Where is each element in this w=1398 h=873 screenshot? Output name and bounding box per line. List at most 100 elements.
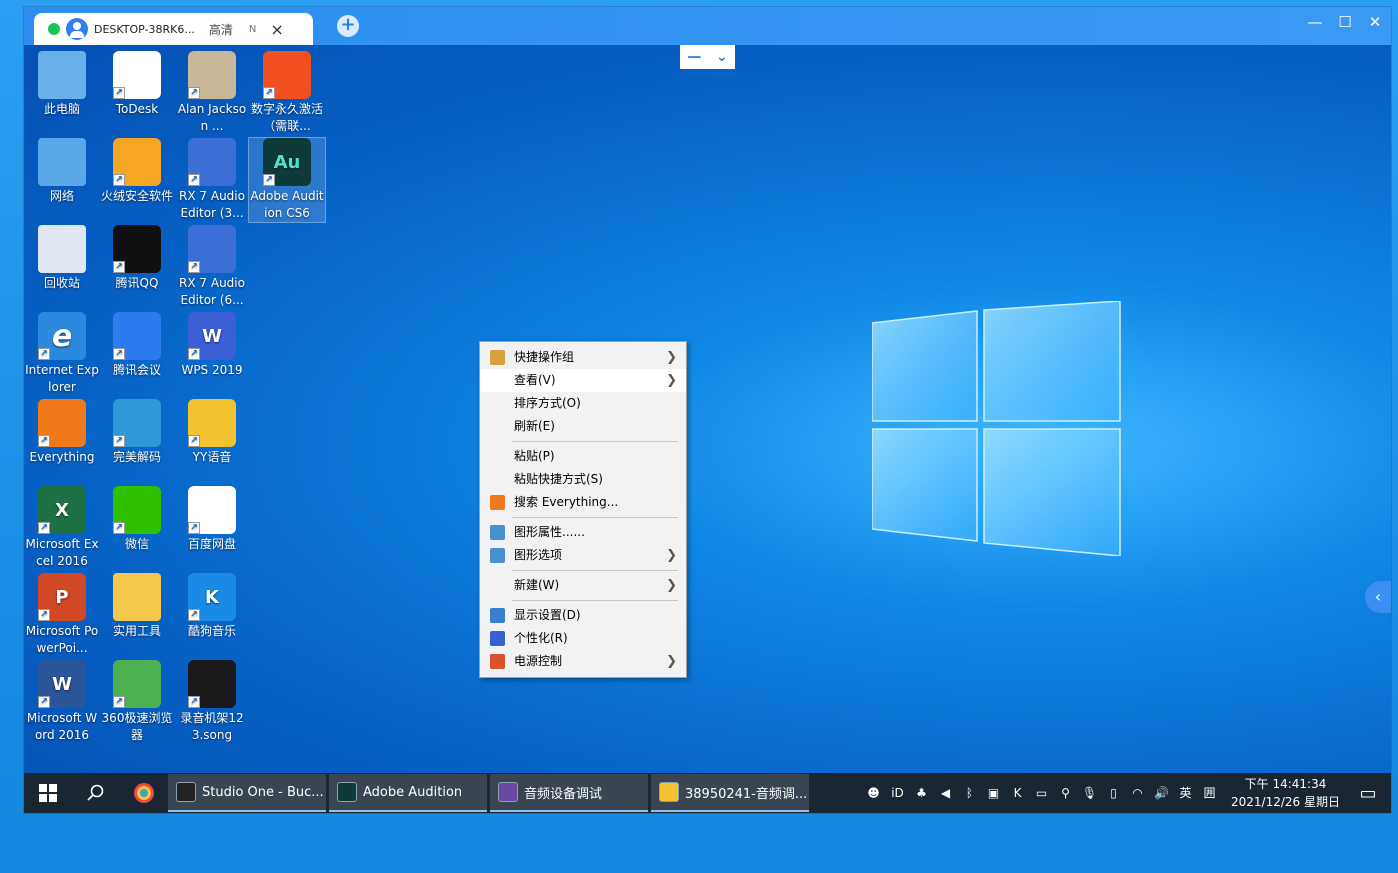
desktop-icon[interactable]: ↗ Everything (24, 399, 100, 466)
close-icon[interactable]: ✕ (1367, 13, 1383, 31)
toolbar-minimize-icon[interactable]: — (687, 49, 701, 65)
yy-voice-icon (659, 782, 679, 802)
shortcut-arrow-icon: ↗ (38, 696, 50, 708)
context-menu-item[interactable]: 搜索 Everything... (480, 491, 686, 514)
desktop-icon[interactable]: ↗ 火绒安全软件 (99, 138, 175, 205)
system-tray: ☻ iD ♣ ◀ ᛒ ▣ K ▭ ⚲ 🎙 ▯ ◠ 🔊 英囲 下午 14:41:34 2021/12/26 … (865, 773, 1391, 813)
desktop-icon[interactable]: Au ↗ Adobe Audition CS6 (248, 137, 326, 223)
quality-label[interactable]: 高清 (209, 21, 233, 38)
desktop-icon[interactable]: 网络 (24, 138, 100, 205)
side-panel-toggle[interactable]: ‹ (1365, 581, 1391, 613)
icon-glyph: X (55, 499, 69, 521)
remote-desktop[interactable]: — ⌄ ‹ 此电脑 ↗ ToDesk ↗ Alan Jackson ... ↗ 数字永久激活… (24, 45, 1391, 773)
desktop-icon-label: WPS 2019 (181, 363, 243, 377)
context-menu-item[interactable]: 电源控制 ❯ (480, 650, 686, 673)
menu-separator (512, 441, 678, 442)
desktop-icon[interactable]: ↗ Alan Jackson ... (174, 51, 250, 135)
kugou-tray-icon[interactable]: K (1009, 785, 1026, 802)
keyboard-layout-icon[interactable]: 囲 (1201, 785, 1218, 802)
menu-separator (512, 570, 678, 571)
speaker-muted-icon[interactable]: ◀ (937, 785, 954, 802)
context-menu-label: 图形选项 (514, 548, 563, 562)
context-menu-item[interactable]: 粘贴快捷方式(S) (480, 468, 686, 491)
desktop-icon[interactable]: ↗ 腾讯会议 (99, 312, 175, 379)
search-button[interactable] (72, 773, 120, 813)
close-tab-icon[interactable]: × (270, 20, 283, 39)
context-menu-item[interactable]: 粘贴(P) (480, 445, 686, 468)
desktop-icon[interactable]: ↗ 360极速浏览器 (99, 660, 175, 744)
context-menu-item[interactable]: 新建(W) ❯ (480, 574, 686, 597)
taskbar-app-label: Adobe Audition (363, 784, 463, 800)
context-menu-item[interactable]: 排序方式(O) (480, 392, 686, 415)
chevron-right-icon: ❯ (666, 373, 677, 388)
battery-icon[interactable]: ▯ (1105, 785, 1122, 802)
microphone-icon[interactable]: 🎙 (1081, 785, 1098, 802)
desktop-icon[interactable]: ↗ 完美解码 (99, 399, 175, 466)
monitor-tray-icon[interactable]: ▭ (1033, 785, 1050, 802)
desktop-icon[interactable]: ↗ 数字永久激活（需联... (249, 51, 325, 135)
shortcut-arrow-icon: ↗ (113, 348, 125, 360)
taskbar-app-button[interactable]: 38950241-音频调... (651, 774, 809, 812)
context-menu-item[interactable]: 快捷操作组 ❯ (480, 346, 686, 369)
desktop-icon-label: Internet Explorer (25, 363, 99, 394)
id-tray-icon[interactable]: iD (889, 785, 906, 802)
desktop-icon[interactable]: 回收站 (24, 225, 100, 292)
context-menu-item[interactable]: 图形选项 ❯ (480, 544, 686, 567)
everything-tray-icon[interactable]: ⚲ (1057, 785, 1074, 802)
excel-icon: X ↗ (38, 486, 86, 534)
icon-glyph: e (51, 318, 73, 354)
desktop-icon[interactable]: 此电脑 (24, 51, 100, 118)
app-tray-icon[interactable]: ▣ (985, 785, 1002, 802)
pinned-browser-button[interactable] (120, 773, 168, 813)
desktop-icon[interactable]: ↗ RX 7 Audio Editor (3... (174, 138, 250, 222)
desktop-icon[interactable]: ↗ 腾讯QQ (99, 225, 175, 292)
add-tab-button[interactable]: + (337, 15, 359, 37)
taskbar-app-button[interactable]: Adobe Audition (329, 774, 487, 812)
minimize-icon[interactable]: — (1307, 13, 1323, 31)
icon-glyph: W (202, 325, 222, 347)
desktop-icon[interactable]: ↗ RX 7 Audio Editor (6... (174, 225, 250, 309)
title-bar: DESKTOP-38RK6... 高清 N × + — ☐ ✕ (24, 7, 1391, 45)
context-menu-item[interactable]: 个性化(R) (480, 627, 686, 650)
context-menu-item[interactable]: 查看(V) ❯ (480, 369, 686, 392)
desktop-icon[interactable]: e ↗ Internet Explorer (24, 312, 100, 396)
desktop-icon[interactable]: ↗ 百度网盘 (174, 486, 250, 553)
volume-icon[interactable]: 🔊 (1153, 785, 1170, 802)
notification-center-icon[interactable]: ▭ (1355, 783, 1381, 804)
menu-separator (512, 517, 678, 518)
desktop-icon[interactable]: ↗ 微信 (99, 486, 175, 553)
context-menu-item[interactable]: 显示设置(D) (480, 604, 686, 627)
shortcut-arrow-icon: ↗ (188, 87, 200, 99)
desktop-icon[interactable]: P ↗ Microsoft PowerPoi... (24, 573, 100, 657)
taskbar-app-button[interactable]: 音频设备调试 (490, 774, 648, 812)
desktop-icon[interactable]: K ↗ 酷狗音乐 (174, 573, 250, 640)
bluetooth-icon[interactable]: ᛒ (961, 785, 978, 802)
context-menu-label: 电源控制 (514, 654, 563, 668)
toolbar-expand-icon[interactable]: ⌄ (716, 49, 728, 65)
desktop-icon[interactable]: W ↗ WPS 2019 (174, 312, 250, 379)
context-menu-item[interactable]: 刷新(E) (480, 415, 686, 438)
desktop-icon[interactable]: ↗ YY语音 (174, 399, 250, 466)
desktop-icon[interactable]: W ↗ Microsoft Word 2016 (24, 660, 100, 744)
desktop-icon-label: 数字永久激活（需联... (250, 102, 323, 133)
user-avatar-icon (66, 18, 88, 40)
taskbar-app-button[interactable]: Studio One - Buc... (168, 774, 326, 812)
clock[interactable]: 下午 14:41:34 2021/12/26 星期日 (1231, 775, 1340, 811)
desktop-icon[interactable]: ↗ ToDesk (99, 51, 175, 118)
shortcut-arrow-icon: ↗ (38, 609, 50, 621)
maximize-icon[interactable]: ☐ (1337, 13, 1353, 31)
desktop-icon[interactable]: ↗ 录音机架123.song (174, 660, 250, 744)
yy-tray-icon[interactable]: ☻ (865, 785, 882, 802)
shortcut-arrow-icon: ↗ (113, 435, 125, 447)
context-menu-item[interactable]: 图形属性...... (480, 521, 686, 544)
taskbar-app-label: 38950241-音频调... (685, 786, 808, 802)
qq-tray-icon[interactable]: ♣ (913, 785, 930, 802)
360-browser-icon: ↗ (113, 660, 161, 708)
wifi-icon[interactable]: ◠ (1129, 785, 1146, 802)
desktop-icon[interactable]: 实用工具 (99, 573, 175, 640)
album-art-icon: ↗ (188, 51, 236, 99)
start-button[interactable] (24, 773, 72, 813)
ime-icon[interactable]: 英 (1177, 785, 1194, 802)
session-tab[interactable]: DESKTOP-38RK6... 高清 N × (34, 13, 313, 45)
desktop-icon[interactable]: X ↗ Microsoft Excel 2016 (24, 486, 100, 570)
